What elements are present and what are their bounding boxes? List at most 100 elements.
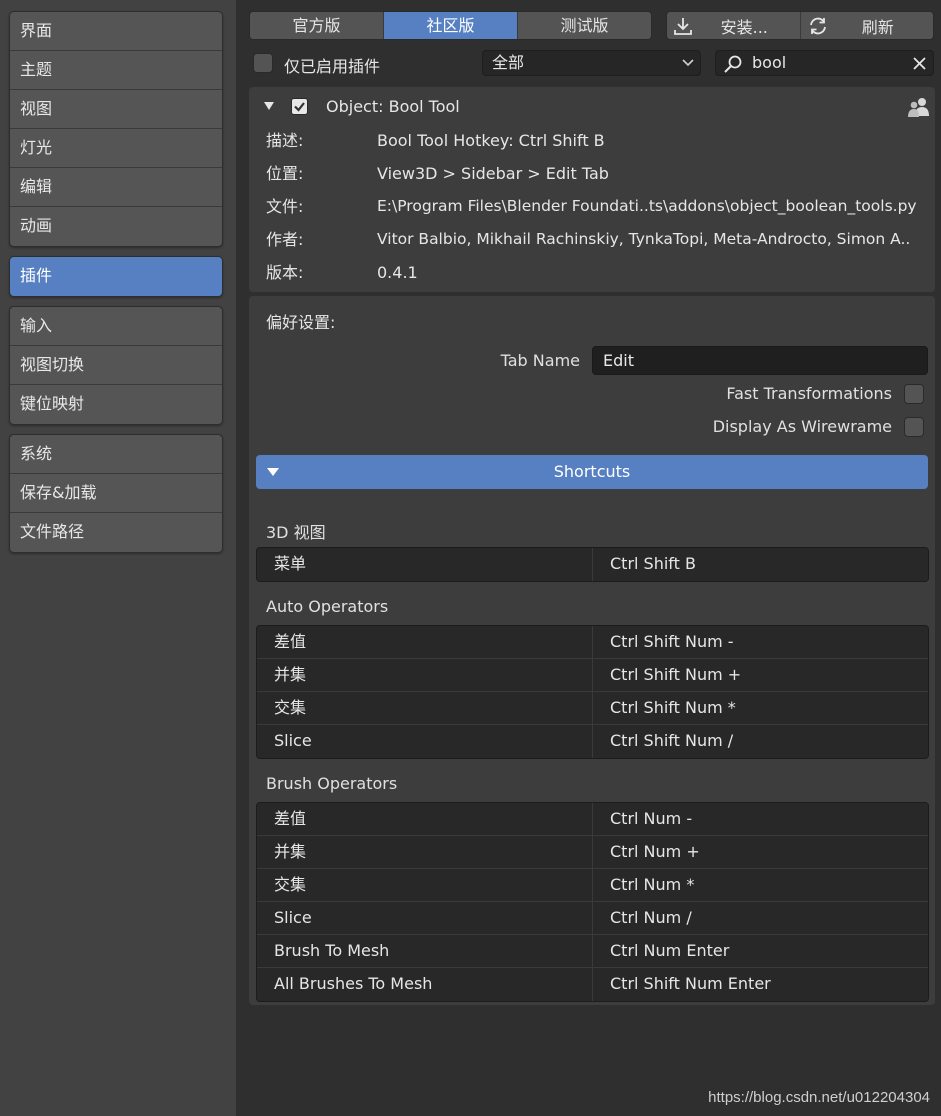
community-users-icon	[908, 98, 929, 117]
shortcut-key: Ctrl Num -	[610, 809, 693, 828]
info-key: 文件:	[266, 197, 304, 216]
table-row: 差值 Ctrl Shift Num -	[257, 626, 928, 659]
enabled-only-label: 仅已启用插件	[284, 57, 381, 76]
search-field[interactable]: bool	[715, 50, 934, 76]
info-value: View3D > Sidebar > Edit Tab	[377, 164, 609, 183]
info-row-author: 作者: Vitor Balbio, Mikhail Rachinskiy, Ty…	[249, 223, 935, 256]
shortcut-key: Ctrl Num +	[610, 842, 700, 861]
shortcut-key: Ctrl Num *	[610, 875, 695, 894]
section-brush-operators: Brush Operators	[266, 774, 398, 793]
shortcut-name: 交集	[257, 692, 593, 724]
checkmark-icon	[294, 102, 305, 112]
table-row: 交集 Ctrl Num *	[257, 869, 928, 902]
wireframe-label: Display As Wirewrame	[712, 417, 892, 436]
install-button[interactable]: 安装...	[667, 12, 801, 39]
info-row-description: 描述: Bool Tool Hotkey: Ctrl Shift B	[249, 124, 935, 157]
shortcut-key: Ctrl Shift Num Enter	[610, 974, 771, 993]
table-row: 菜单 Ctrl Shift B	[257, 548, 928, 581]
sidebar-item-save-load[interactable]: 保存&加载	[10, 474, 222, 513]
shortcut-name: 交集	[257, 869, 593, 901]
info-value: E:\Program Files\Blender Foundati..ts\ad…	[377, 197, 917, 215]
wireframe-checkbox[interactable]	[904, 417, 924, 437]
category-value: 全部	[492, 53, 525, 72]
info-value: Vitor Balbio, Mikhail Rachinskiy, TynkaT…	[377, 230, 911, 248]
filter-row: 仅已启用插件 全部 bool	[236, 50, 941, 76]
tab-official[interactable]: 官方版	[250, 12, 384, 39]
table-row: 并集 Ctrl Num +	[257, 836, 928, 869]
section-auto-operators: Auto Operators	[266, 597, 389, 616]
sidebar-group-interface: 界面 主题 视图 灯光 编辑 动画	[9, 11, 223, 247]
tab-community[interactable]: 社区版	[384, 12, 518, 39]
sidebar-item-editing[interactable]: 编辑	[10, 168, 222, 207]
table-row: All Brushes To Mesh Ctrl Shift Num Enter	[257, 968, 928, 1001]
tab-name-input[interactable]: Edit	[592, 346, 928, 375]
sidebar-item-viewport[interactable]: 视图	[10, 90, 222, 129]
addon-info-panel: Object: Bool Tool 描述: Bool Tool Hotkey: …	[249, 87, 935, 292]
tab-testing[interactable]: 测试版	[518, 12, 651, 39]
shortcut-name: 并集	[257, 659, 593, 691]
info-value: Bool Tool Hotkey: Ctrl Shift B	[377, 131, 605, 150]
addon-enabled-checkbox[interactable]	[291, 98, 308, 115]
fast-transformations-checkbox[interactable]	[904, 384, 924, 404]
shortcuts-label: Shortcuts	[553, 462, 631, 481]
info-row-file: 文件: E:\Program Files\Blender Foundati..t…	[249, 190, 935, 223]
shortcut-name: All Brushes To Mesh	[257, 968, 593, 1001]
sidebar-item-themes[interactable]: 主题	[10, 51, 222, 90]
sidebar-group-input: 输入 视图切换 键位映射	[9, 306, 223, 425]
sidebar-item-file-paths[interactable]: 文件路径	[10, 513, 222, 552]
preferences-title: 偏好设置:	[266, 313, 336, 332]
shortcut-name: Slice	[257, 725, 593, 758]
table-row: Brush To Mesh Ctrl Num Enter	[257, 935, 928, 968]
shortcut-name: 差值	[257, 626, 593, 658]
shortcut-key: Ctrl Shift Num -	[610, 632, 734, 651]
enabled-only-checkbox[interactable]	[253, 53, 273, 73]
search-icon	[724, 55, 742, 73]
shortcut-name: Brush To Mesh	[257, 935, 593, 967]
addon-actions: 安装... 刷新	[666, 11, 934, 40]
preferences-sidebar: 界面 主题 视图 灯光 编辑 动画 插件 输入 视图切换 键位映射 系统 保存&…	[0, 0, 236, 1116]
table-row: Slice Ctrl Num /	[257, 902, 928, 935]
sidebar-item-animation[interactable]: 动画	[10, 207, 222, 246]
fast-transformations-label: Fast Transformations	[726, 384, 892, 403]
table-row: 差值 Ctrl Num -	[257, 803, 928, 836]
info-key: 位置:	[266, 164, 304, 183]
shortcut-table-3d-view: 菜单 Ctrl Shift B	[256, 547, 929, 582]
shortcut-key: Ctrl Num /	[610, 908, 692, 927]
addons-main-area: 官方版 社区版 测试版 安装... 刷新 仅已启用插件 全部 bool Obje…	[236, 0, 941, 1116]
support-level-tabs: 官方版 社区版 测试版	[249, 11, 652, 40]
sidebar-item-system[interactable]: 系统	[10, 435, 222, 474]
sidebar-item-interface[interactable]: 界面	[10, 12, 222, 51]
refresh-icon	[809, 17, 826, 35]
category-select[interactable]: 全部	[482, 50, 701, 76]
table-row: Slice Ctrl Shift Num /	[257, 725, 928, 758]
info-key: 版本:	[266, 263, 304, 282]
sidebar-group-addons: 插件	[9, 256, 223, 297]
shortcut-table-auto-operators: 差值 Ctrl Shift Num - 并集 Ctrl Shift Num + …	[256, 625, 929, 759]
shortcut-key: Ctrl Shift Num /	[610, 731, 734, 750]
refresh-button[interactable]: 刷新	[801, 12, 934, 39]
table-row: 并集 Ctrl Shift Num +	[257, 659, 928, 692]
shortcut-key: Ctrl Shift B	[610, 554, 696, 573]
shortcut-table-brush-operators: 差值 Ctrl Num - 并集 Ctrl Num + 交集 Ctrl Num …	[256, 802, 929, 1002]
search-input[interactable]: bool	[752, 51, 786, 75]
info-value: 0.4.1	[377, 263, 418, 282]
shortcut-key: Ctrl Shift Num *	[610, 698, 736, 717]
shortcut-key: Ctrl Shift Num +	[610, 665, 742, 684]
info-key: 作者:	[266, 230, 304, 249]
sidebar-item-navigation[interactable]: 视图切换	[10, 346, 222, 385]
shortcut-name: 差值	[257, 803, 593, 835]
addon-title: Object: Bool Tool	[326, 97, 460, 116]
close-icon[interactable]	[913, 57, 926, 70]
table-row: 交集 Ctrl Shift Num *	[257, 692, 928, 725]
sidebar-item-input[interactable]: 输入	[10, 307, 222, 346]
sidebar-item-keymap[interactable]: 键位映射	[10, 385, 222, 424]
tab-name-label: Tab Name	[500, 351, 580, 370]
shortcut-name: Slice	[257, 902, 593, 934]
sidebar-item-addons[interactable]: 插件	[10, 257, 222, 296]
sidebar-item-lights[interactable]: 灯光	[10, 129, 222, 168]
info-key: 描述:	[266, 131, 304, 150]
expand-triangle-icon[interactable]	[264, 101, 274, 111]
collapse-triangle-icon	[267, 468, 279, 476]
shortcuts-header[interactable]: Shortcuts	[256, 455, 928, 489]
tab-name-value: Edit	[603, 351, 634, 370]
